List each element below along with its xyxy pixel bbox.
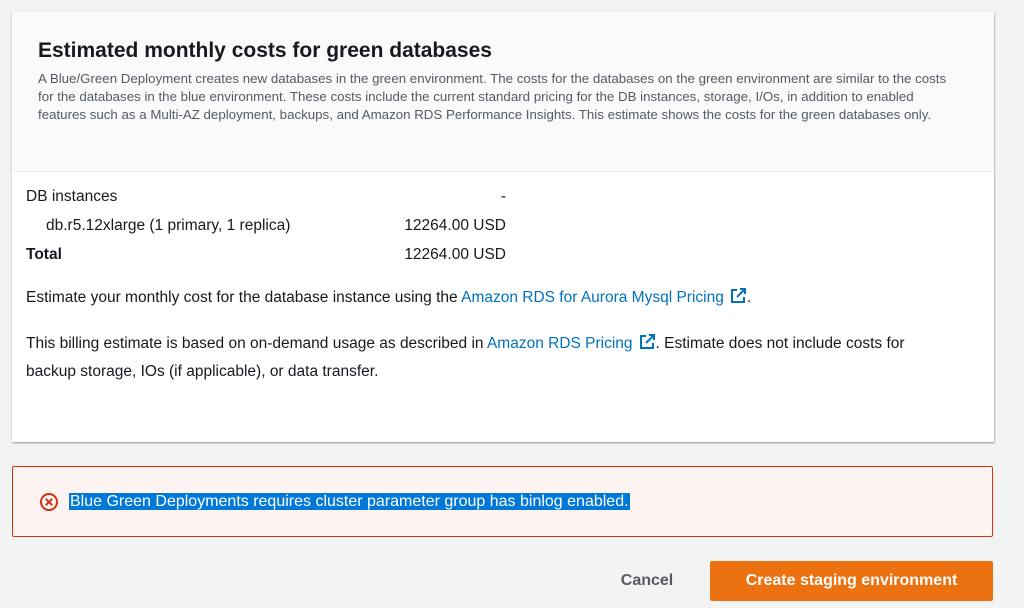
external-link-icon	[639, 334, 655, 349]
total-value: 12264.00 USD	[404, 246, 506, 263]
aurora-pricing-link-label: Amazon RDS for Aurora Mysql Pricing	[461, 289, 724, 306]
panel-title: Estimated monthly costs for green databa…	[38, 39, 492, 62]
billing-text-before: This billing estimate is based on on-dem…	[26, 335, 484, 352]
table-row: DB instances -	[26, 182, 506, 211]
row-label: db.r5.12xlarge (1 primary, 1 replica)	[46, 217, 291, 234]
rds-pricing-link[interactable]: Amazon RDS Pricing	[486, 334, 656, 352]
cost-table: DB instances - db.r5.12xlarge (1 primary…	[26, 182, 506, 269]
create-staging-environment-button[interactable]: Create staging environment	[710, 561, 993, 601]
billing-paragraph: This billing estimate is based on on-dem…	[26, 330, 956, 386]
estimate-end: .	[746, 289, 752, 306]
panel-header: Estimated monthly costs for green databa…	[12, 12, 994, 172]
table-row: db.r5.12xlarge (1 primary, 1 replica) 12…	[26, 211, 506, 240]
estimate-text: Estimate your monthly cost for the datab…	[26, 289, 458, 306]
row-label: DB instances	[26, 188, 118, 205]
cancel-button[interactable]: Cancel	[605, 562, 689, 600]
error-alert: Blue Green Deployments requires cluster …	[12, 466, 993, 537]
aurora-pricing-link[interactable]: Amazon RDS for Aurora Mysql Pricing	[461, 288, 747, 306]
row-value: 12264.00 USD	[404, 217, 506, 234]
total-label: Total	[26, 246, 62, 263]
rds-pricing-link-label: Amazon RDS Pricing	[486, 335, 633, 352]
alert-message: Blue Green Deployments requires cluster …	[69, 491, 630, 513]
estimate-paragraph: Estimate your monthly cost for the datab…	[26, 284, 956, 312]
error-circle-x-icon	[40, 493, 58, 511]
alert-message-text: Blue Green Deployments requires cluster …	[69, 493, 630, 510]
table-row: Total 12264.00 USD	[26, 240, 506, 269]
row-value: -	[500, 188, 506, 205]
external-link-icon	[730, 288, 746, 303]
panel-description: A Blue/Green Deployment creates new data…	[38, 71, 947, 122]
